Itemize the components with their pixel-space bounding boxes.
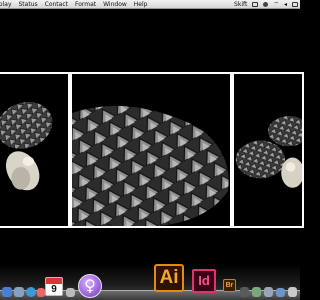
app-icon-2[interactable] (66, 288, 75, 297)
calendar-day: 9 (51, 284, 57, 295)
app-icon-3[interactable] (240, 287, 249, 297)
safari-icon[interactable] (26, 287, 36, 297)
mail-icon[interactable] (37, 288, 45, 297)
indesign-icon[interactable]: Id (192, 269, 216, 293)
pinecone-center-image (72, 105, 229, 226)
menu-list: isplay Status Contact Format Window Help (0, 0, 148, 8)
menu-bar: isplay Status Contact Format Window Help… (0, 0, 300, 9)
menu-item-format[interactable]: Format (75, 0, 96, 8)
bridge-icon[interactable]: Br (223, 279, 236, 292)
photo-panel-center[interactable] (70, 72, 232, 228)
calendar-icon[interactable]: 9 (45, 277, 63, 296)
menu-item-window[interactable]: Window (103, 0, 127, 8)
app-icon-5[interactable] (264, 287, 273, 297)
illustrator-icon[interactable]: Ai (154, 264, 184, 292)
photo-panel-right[interactable] (232, 72, 304, 228)
finder-icon[interactable] (2, 287, 12, 297)
dock: 9 ♀ Ai Id Br (0, 264, 300, 300)
menu-item-status[interactable]: Status (19, 0, 38, 8)
status-text[interactable]: Skift (234, 0, 247, 8)
menu-extras: Skift ⌔ ◂ (234, 0, 298, 8)
app-icon[interactable] (14, 287, 24, 297)
photo-panel-left[interactable] (0, 72, 70, 228)
pinecone-right-image (235, 116, 302, 188)
pinecone-left-image (0, 102, 53, 191)
menu-item-help[interactable]: Help (134, 0, 148, 8)
volume-icon[interactable]: ◂ (284, 0, 287, 8)
menu-item-display[interactable]: isplay (0, 0, 12, 8)
battery-icon[interactable] (292, 2, 298, 7)
display-icon[interactable] (252, 2, 259, 7)
folder-icon[interactable] (276, 288, 285, 297)
trash-icon[interactable] (288, 287, 297, 297)
venus-icon[interactable]: ♀ (78, 274, 102, 298)
app-icon-4[interactable] (252, 287, 261, 297)
menu-item-contact[interactable]: Contact (45, 0, 68, 8)
wifi-icon[interactable]: ⌔ (273, 0, 279, 8)
clock-icon[interactable] (263, 2, 269, 7)
